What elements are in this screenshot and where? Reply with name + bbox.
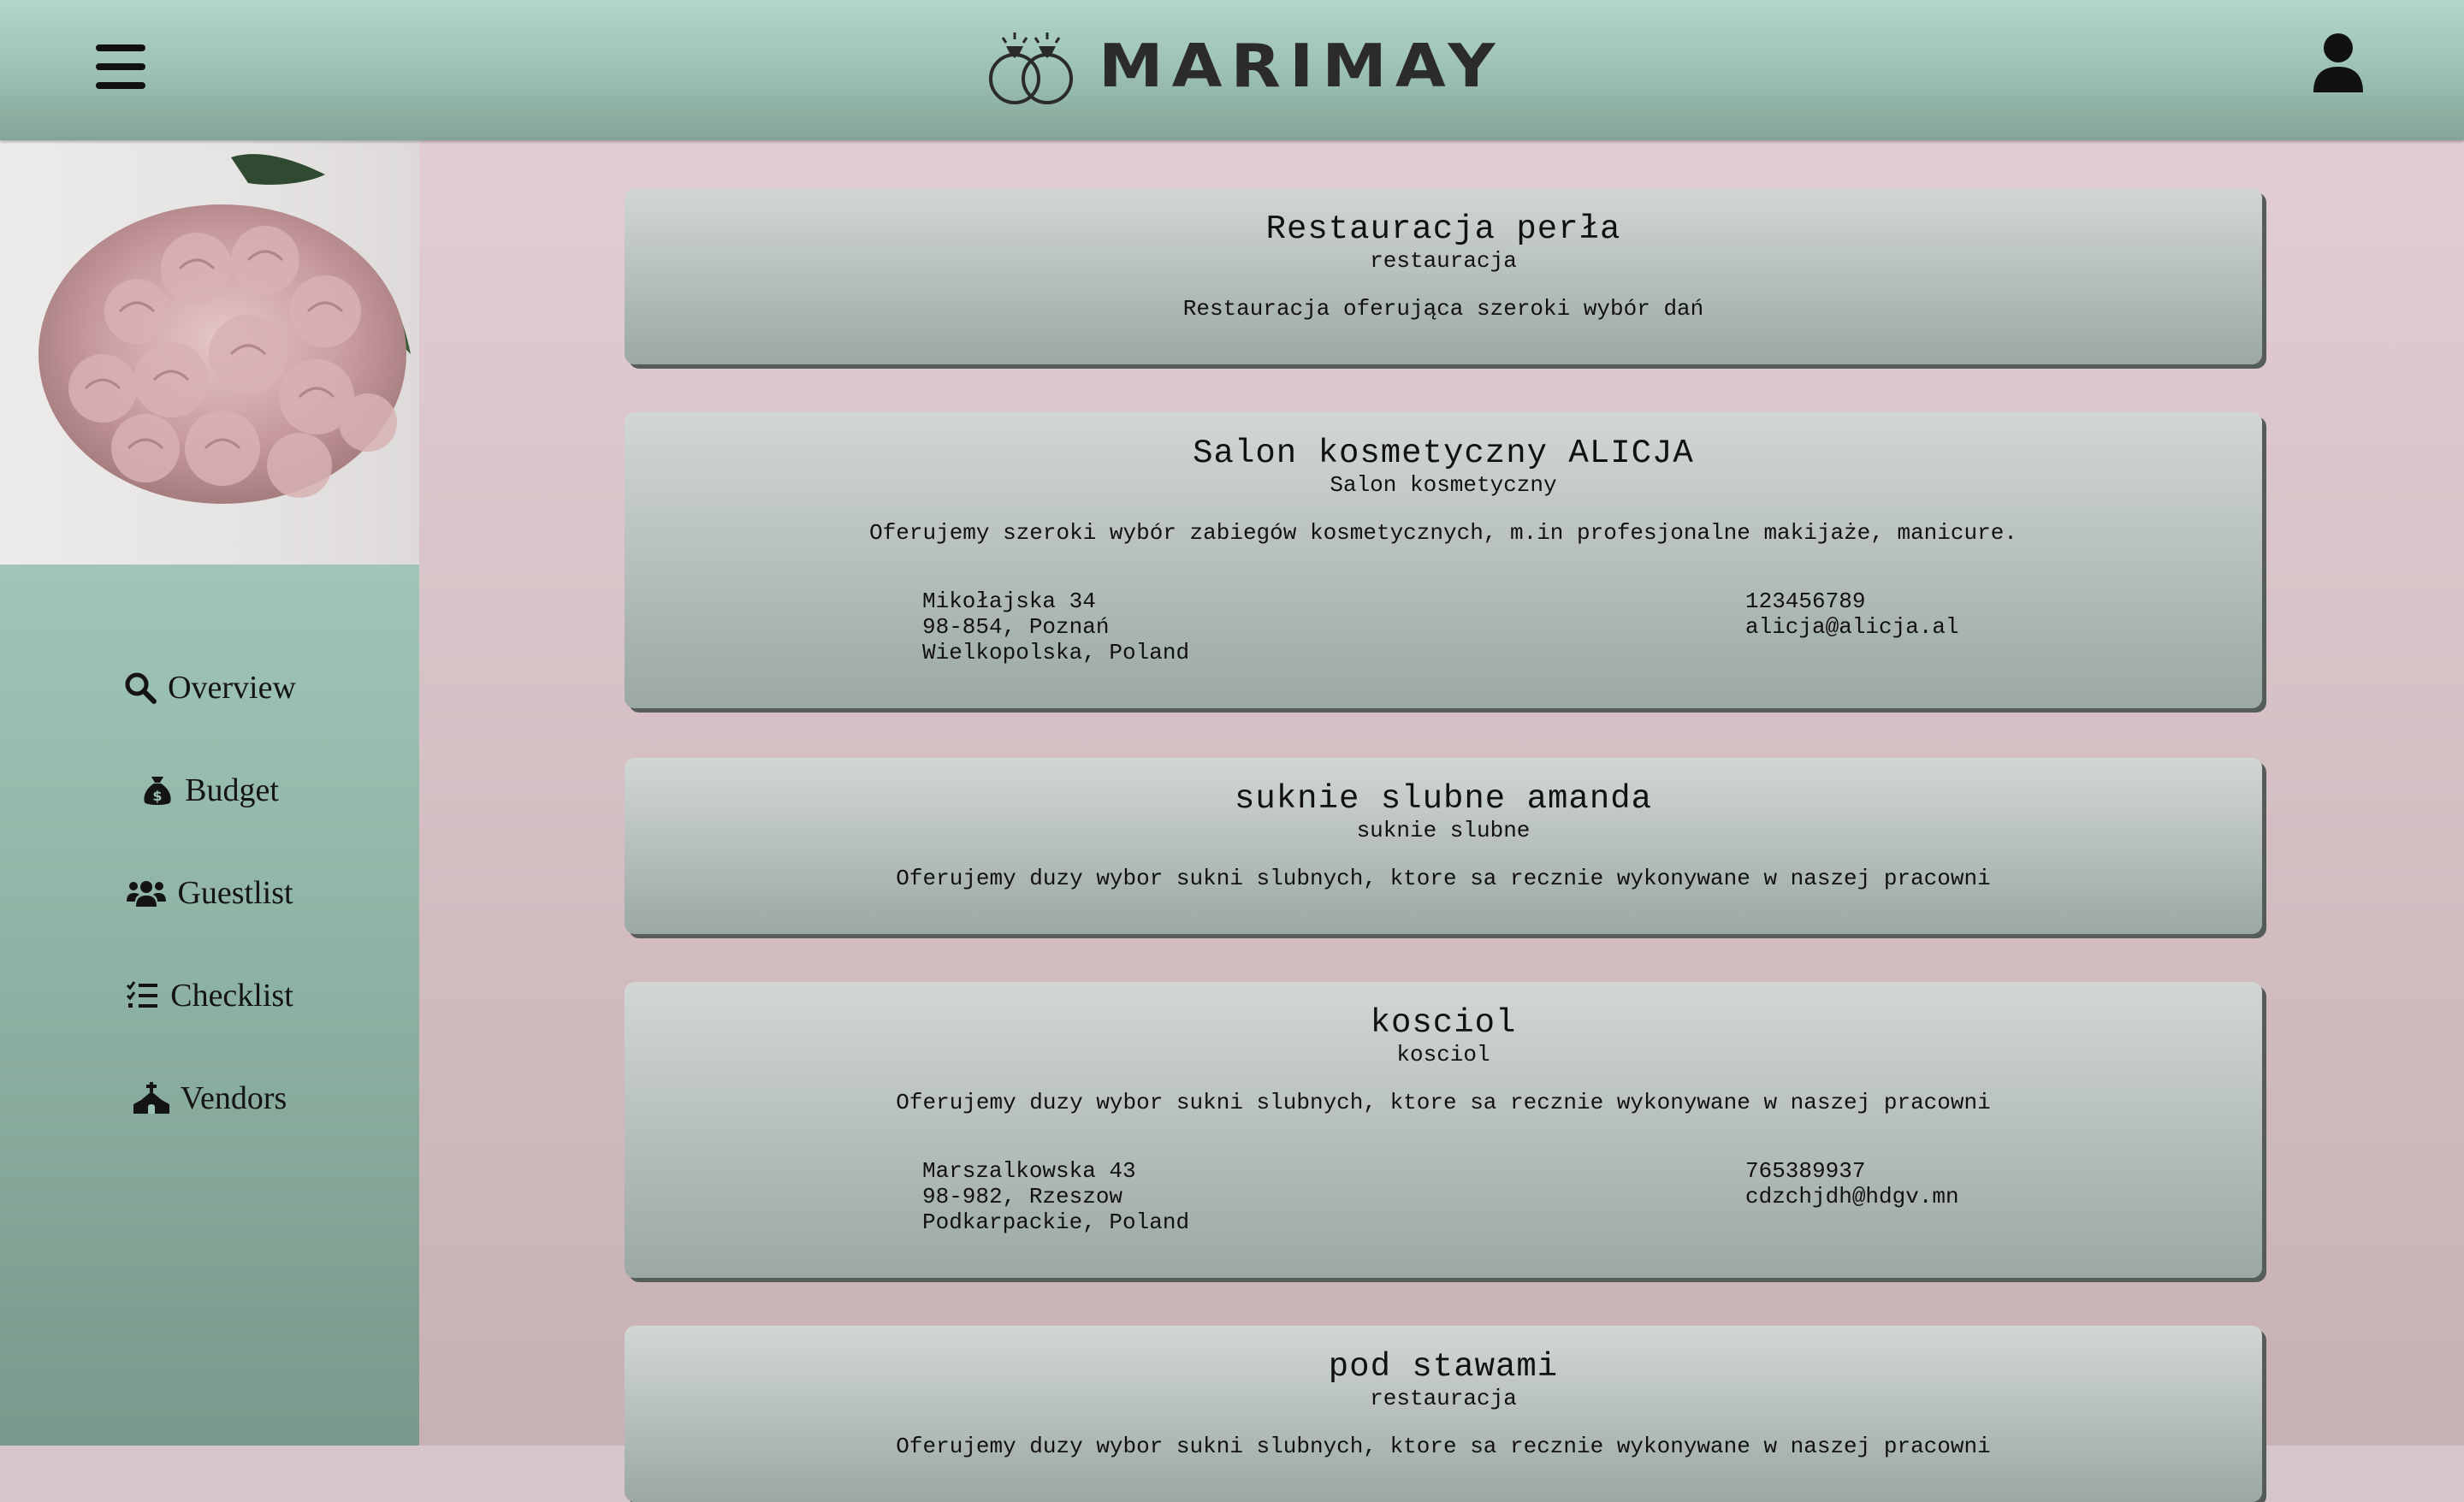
vendor-card[interactable]: Restauracja perła restauracja Restauracj…: [625, 188, 2262, 364]
users-icon: [127, 881, 167, 907]
nav-item-vendors[interactable]: Vendors: [0, 1047, 419, 1150]
vendor-category: kosciol: [1396, 1042, 1490, 1067]
vendor-contact: 123456789 alicja@alicja.al: [1745, 588, 1959, 640]
nav-item-label: Vendors: [180, 1080, 287, 1116]
vendor-phone: 123456789: [1745, 588, 1866, 614]
vendor-description: Restauracja oferująca szeroki wybór dań: [1182, 296, 1704, 322]
brand-name: MARIMAY: [1099, 30, 1504, 101]
nav-item-checklist[interactable]: Checklist: [0, 944, 419, 1047]
vendor-category: suknie slubne: [1356, 818, 1531, 843]
checklist-icon: [127, 981, 158, 1008]
wedding-rings-icon: [989, 33, 1073, 104]
nav-item-label: Overview: [168, 670, 296, 706]
sidebar: Overview $ Budget Guestlist Checklist Ve…: [0, 140, 419, 1446]
vendor-category: restauracja: [1370, 248, 1517, 274]
user-icon[interactable]: [2312, 33, 2365, 94]
vendor-address: Mikołajska 34 98-854, Poznań Wielkopolsk…: [922, 588, 1189, 665]
nav-item-budget[interactable]: $ Budget: [0, 739, 419, 842]
church-icon: [133, 1082, 169, 1114]
nav-item-guestlist[interactable]: Guestlist: [0, 842, 419, 944]
vendor-name: Restauracja perła: [1265, 210, 1621, 248]
address-street: Mikołajska 34: [922, 588, 1096, 614]
vendor-email[interactable]: alicja@alicja.al: [1745, 614, 1959, 640]
address-city: 98-982, Rzeszow: [922, 1184, 1123, 1209]
search-icon: [125, 672, 157, 704]
vendor-name: Salon kosmetyczny ALICJA: [1193, 435, 1694, 472]
vendor-card[interactable]: Salon kosmetyczny ALICJA Salon kosmetycz…: [625, 412, 2262, 708]
vendor-email[interactable]: cdzchjdh@hdgv.mn: [1745, 1184, 1959, 1209]
vendor-phone: 765389937: [1745, 1158, 1866, 1184]
address-city: 98-854, Poznań: [922, 614, 1110, 640]
vendor-category: restauracja: [1370, 1386, 1517, 1411]
vendor-description: Oferujemy szeroki wybór zabiegów kosmety…: [869, 520, 2017, 546]
vendor-name: suknie slubne amanda: [1234, 780, 1653, 818]
nav-item-label: Guestlist: [177, 875, 293, 911]
vendor-description: Oferujemy duzy wybor sukni slubnych, kto…: [896, 1434, 1991, 1459]
vendor-name: pod stawami: [1328, 1348, 1559, 1386]
address-region: Podkarpackie, Poland: [922, 1209, 1190, 1235]
nav-item-label: Budget: [185, 772, 279, 808]
vendor-card[interactable]: kosciol kosciol Oferujemy duzy wybor suk…: [625, 982, 2262, 1278]
nav-item-overview[interactable]: Overview: [0, 636, 419, 739]
vendor-contact: 765389937 cdzchjdh@hdgv.mn: [1745, 1158, 1959, 1209]
top-bar: MARIMAY: [0, 0, 2464, 140]
sidebar-nav: Overview $ Budget Guestlist Checklist Ve…: [0, 636, 419, 1150]
address-street: Marszalkowska 43: [922, 1158, 1136, 1184]
money-bag-icon: $: [144, 777, 171, 805]
vendor-card[interactable]: pod stawami restauracja Oferujemy duzy w…: [625, 1326, 2262, 1502]
vendor-list: Restauracja perła restauracja Restauracj…: [419, 140, 2464, 1502]
hamburger-menu-icon[interactable]: [96, 43, 149, 91]
vendor-description: Oferujemy duzy wybor sukni slubnych, kto…: [896, 1090, 1991, 1115]
hydrangea-photo: [0, 140, 419, 565]
brand-logo[interactable]: MARIMAY: [982, 19, 1503, 113]
vendor-card[interactable]: suknie slubne amanda suknie slubne Oferu…: [625, 758, 2262, 934]
vendor-address: Marszalkowska 43 98-982, Rzeszow Podkarp…: [922, 1158, 1189, 1235]
vendor-category: Salon kosmetyczny: [1330, 472, 1557, 498]
nav-item-label: Checklist: [170, 978, 293, 1014]
svg-text:$: $: [153, 788, 163, 804]
vendor-name: kosciol: [1370, 1004, 1517, 1042]
address-region: Wielkopolska, Poland: [922, 640, 1190, 665]
vendor-description: Oferujemy duzy wybor sukni slubnych, kto…: [896, 866, 1991, 891]
